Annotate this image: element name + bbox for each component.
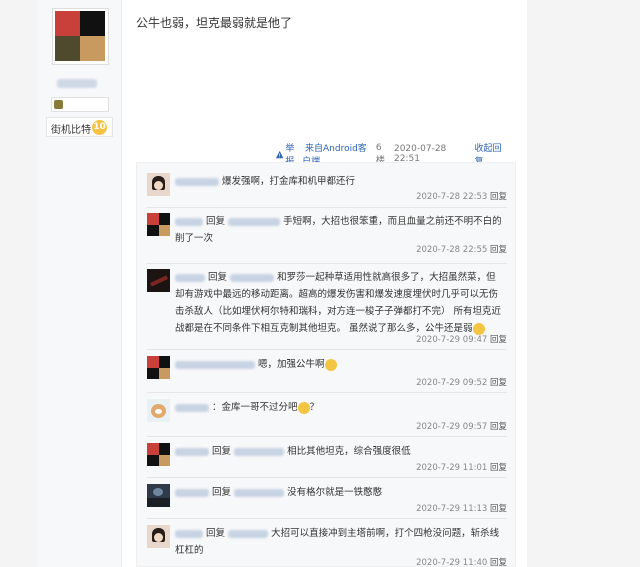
list-item: 回复 大招可以直接冲到主塔前啊，打个四枪没问题，斩杀线杠杠的 2020-7-29…: [147, 525, 507, 567]
reply-content: 回复 和罗莎一起种草适用性就高很多了，大招虽然菜，但却有游戏中最远的移动距离。超…: [175, 269, 505, 337]
right-column: [527, 0, 640, 567]
list-item: 爆发强啊，打金库和机甲都还行 2020-7-28 22:53 回复: [147, 173, 507, 207]
list-item: 回复 手短啊，大招也很笨重，而且血量之前还不明不白的削了一次 2020-7-28…: [147, 213, 507, 257]
level-number: 10: [92, 120, 107, 135]
reply-target[interactable]: [228, 217, 281, 226]
reply-button[interactable]: 回复: [490, 504, 507, 514]
reply-tail: 2020-7-29 11:40 回复: [416, 556, 507, 567]
reply-button[interactable]: 回复: [490, 378, 507, 388]
divider: [147, 477, 507, 478]
reply-time: 2020-7-28 22:55: [416, 245, 488, 255]
post-time: 2020-07-28 22:51: [393, 144, 447, 164]
author-sidebar: 街机比特 10: [37, 0, 122, 567]
badge-icon: [54, 100, 63, 109]
reply-target[interactable]: [228, 529, 269, 538]
reply-text: ：金库一哥不过分吧: [212, 402, 298, 413]
divider: [147, 263, 507, 264]
reply-username[interactable]: [175, 360, 255, 369]
emoji-icon: [324, 358, 337, 371]
reply-tail: 2020-7-28 22:53 回复: [416, 190, 507, 202]
warning-icon: [276, 150, 284, 158]
list-item: ：金库一哥不过分吧 ？ 2020-7-29 09:57 回复: [147, 399, 507, 433]
reply-prefix: 回复: [206, 528, 226, 539]
divider: [147, 207, 507, 208]
avatar[interactable]: [147, 399, 170, 422]
list-item: 回复 相比其他坦克，综合强度很低 2020-7-29 11:01 回复: [147, 443, 507, 477]
reply-prefix: 回复: [212, 487, 232, 498]
reply-time: 2020-7-28 22:53: [416, 192, 488, 202]
reply-tail: 2020-7-28 22:55 回复: [416, 243, 507, 255]
reply-content: 回复 大招可以直接冲到主塔前啊，打个四枪没问题，斩杀线杠杠的: [175, 525, 505, 559]
reply-username[interactable]: [175, 403, 209, 412]
reply-prefix: 回复: [212, 446, 232, 457]
reply-content: 回复 没有格尔就是一铁憨憨: [175, 484, 505, 501]
reply-username[interactable]: [175, 488, 209, 497]
reply-content: 嗯，加强公牛啊: [175, 356, 505, 373]
reply-content: 回复 相比其他坦克，综合强度很低: [175, 443, 505, 460]
reply-username[interactable]: [175, 447, 209, 456]
reply-username[interactable]: [175, 529, 203, 538]
avatar[interactable]: [147, 356, 170, 379]
level-label: 街机比特: [51, 125, 91, 136]
reply-tail: 2020-7-29 09:57 回复: [416, 420, 507, 432]
thread-page: 街机比特 10 公牛也弱，坦克最弱就是他了 举报 来自Android客户端 6楼…: [37, 0, 527, 567]
divider: [147, 392, 507, 393]
reply-username[interactable]: [175, 273, 205, 282]
divider: [147, 436, 507, 437]
reply-tail: 2020-7-29 09:47 回复: [416, 333, 507, 345]
reply-tail: 2020-7-29 09:52 回复: [416, 376, 507, 388]
avatar[interactable]: [147, 173, 170, 196]
author-level[interactable]: 街机比特 10: [46, 117, 113, 137]
reply-text: 嗯，加强公牛啊: [258, 359, 325, 370]
reply-username[interactable]: [175, 217, 203, 226]
reply-suffix: ？: [309, 402, 320, 413]
author-username[interactable]: [57, 79, 97, 88]
reply-prefix: 回复: [208, 272, 228, 283]
avatar[interactable]: [147, 525, 170, 548]
reply-text: 没有格尔就是一铁憨憨: [287, 487, 383, 498]
avatar[interactable]: [147, 213, 170, 236]
reply-button[interactable]: 回复: [490, 245, 507, 255]
author-avatar[interactable]: [52, 8, 109, 65]
reply-target[interactable]: [234, 447, 285, 456]
reply-time: 2020-7-29 11:01: [416, 463, 488, 473]
reply-content: ：金库一哥不过分吧 ？: [175, 399, 505, 416]
reply-time: 2020-7-29 11:40: [416, 558, 488, 567]
list-item: 回复 没有格尔就是一铁憨憨 2020-7-29 11:13 回复: [147, 484, 507, 518]
reply-tail: 2020-7-29 11:13 回复: [416, 502, 507, 514]
reply-content: 回复 手短啊，大招也很笨重，而且血量之前还不明不白的削了一次: [175, 213, 505, 247]
reply-list: 爆发强啊，打金库和机甲都还行 2020-7-28 22:53 回复 回复 手短啊…: [136, 162, 516, 567]
reply-text: 相比其他坦克，综合强度很低: [287, 446, 411, 457]
reply-username[interactable]: [175, 177, 219, 186]
reply-target[interactable]: [230, 273, 275, 282]
divider: [147, 518, 507, 519]
reply-time: 2020-7-29 09:47: [416, 335, 488, 345]
reply-time: 2020-7-29 11:13: [416, 504, 488, 514]
reply-button[interactable]: 回复: [490, 558, 507, 567]
post-content: 公牛也弱，坦克最弱就是他了: [136, 16, 293, 30]
reply-content: 爆发强啊，打金库和机甲都还行: [175, 173, 505, 190]
post-tail: 举报 来自Android客户端 6楼 2020-07-28 22:51 收起回复: [276, 143, 504, 167]
reply-button[interactable]: 回复: [490, 192, 507, 202]
reply-tail: 2020-7-29 11:01 回复: [416, 461, 507, 473]
reply-button[interactable]: 回复: [490, 422, 507, 432]
author-badge: [51, 97, 109, 112]
reply-target[interactable]: [234, 488, 285, 497]
emoji-icon: [297, 401, 310, 414]
list-item: 回复 和罗莎一起种草适用性就高很多了，大招虽然菜，但却有游戏中最远的移动距离。超…: [147, 269, 507, 347]
list-item: 嗯，加强公牛啊 2020-7-29 09:52 回复: [147, 356, 507, 390]
reply-time: 2020-7-29 09:57: [416, 422, 488, 432]
reply-button[interactable]: 回复: [490, 463, 507, 473]
reply-time: 2020-7-29 09:52: [416, 378, 488, 388]
avatar[interactable]: [147, 269, 170, 292]
avatar[interactable]: [147, 484, 170, 507]
avatar[interactable]: [147, 443, 170, 466]
reply-button[interactable]: 回复: [490, 335, 507, 345]
divider: [147, 349, 507, 350]
reply-prefix: 回复: [206, 216, 226, 227]
reply-text: 爆发强啊，打金库和机甲都还行: [222, 176, 356, 187]
